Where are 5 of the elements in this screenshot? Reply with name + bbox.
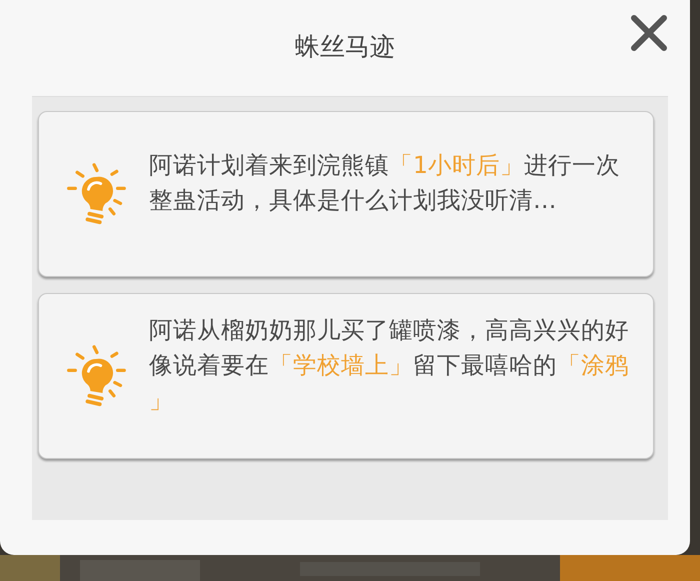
close-icon [628,12,670,54]
dialog-title: 蛛丝马迹 [295,32,395,61]
close-button[interactable] [628,12,670,54]
clue-text: 阿诺计划着来到浣熊镇「1小时后」进行一次整蛊活动，具体是什么计划我没听清… [149,150,621,216]
clue-text: 阿诺从榴奶奶那儿买了罐喷漆，高高兴兴的好像说着要在「学校墙上」留下最嘻哈的「涂鸦」 [149,314,630,416]
